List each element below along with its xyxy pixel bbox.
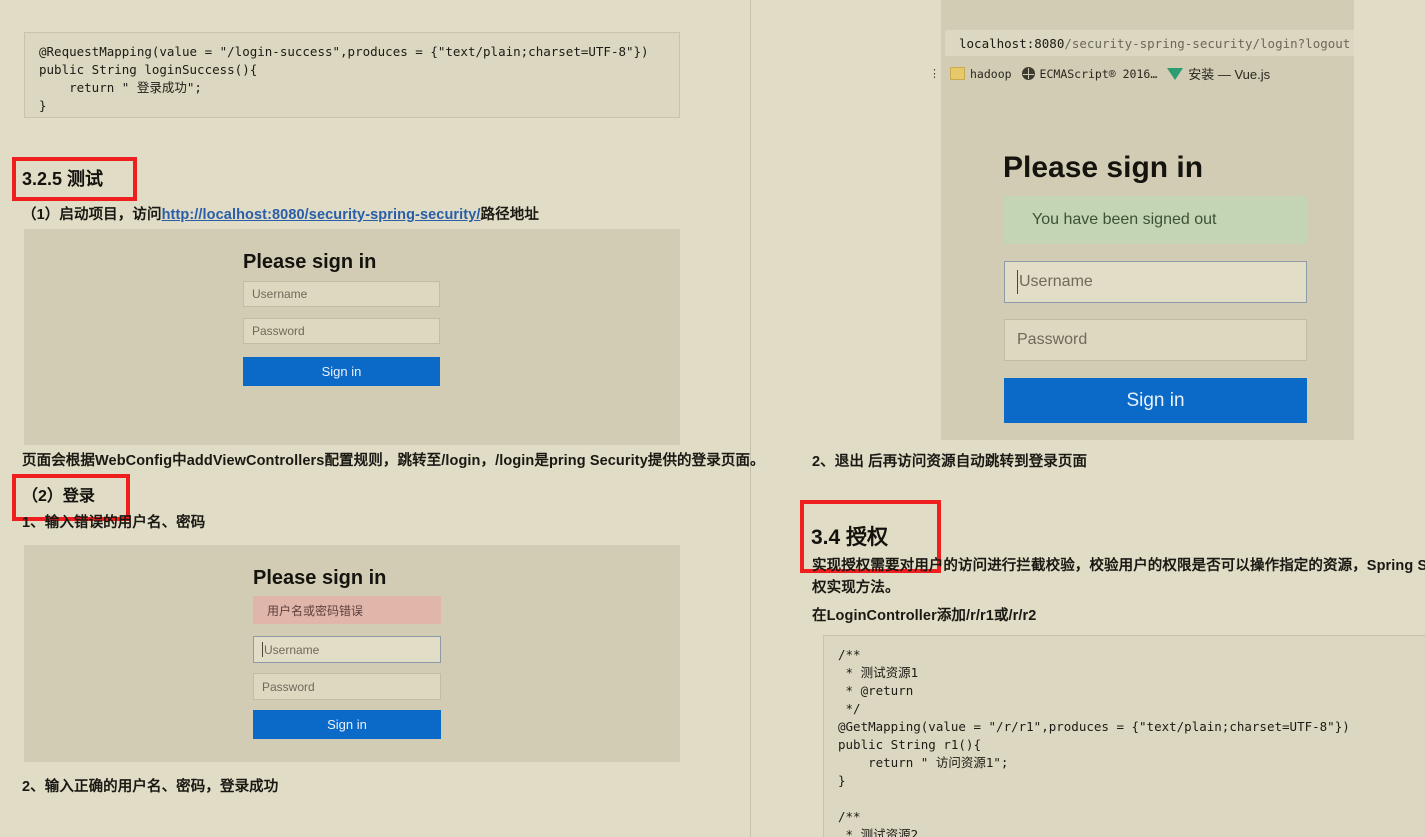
url-path: /security-spring-security/login?logout [1064, 35, 1351, 51]
code-block-login-success: @RequestMapping(value = "/login-success"… [24, 32, 680, 118]
step-1-prefix: （1）启动项目，访问 [22, 207, 162, 223]
bookmark-vuejs[interactable]: 安装 — Vue.js [1167, 64, 1270, 83]
screenshot-login-signedout: localhost:8080/security-spring-security/… [929, 0, 1354, 440]
paragraph-authorization-line-2: 权实现方法。 [812, 580, 900, 596]
bullet-correct-credentials: 2、输入正确的用户名、密码，登录成功 [22, 779, 279, 795]
column-divider [750, 0, 751, 837]
signin-title: Please sign in [253, 567, 387, 589]
username-input[interactable]: Username [1004, 261, 1307, 303]
bookmark-label: hadoop [970, 66, 1012, 81]
username-input[interactable]: Username [243, 281, 440, 307]
success-alert: You have been signed out [1004, 196, 1307, 244]
screenshot-login-plain: Please sign in Username Password Sign in [24, 229, 680, 445]
password-input[interactable]: Password [253, 673, 441, 700]
bookmark-overflow-icon[interactable]: ⋮ [929, 67, 940, 80]
step-1-line: （1）启动项目，访问http://localhost:8080/security… [22, 204, 539, 226]
paragraph-webconfig: 页面会根据WebConfig中addViewControllers配置规则，跳转… [22, 453, 765, 469]
code-block-resources: /** * 测试资源1 * @return */ @GetMapping(val… [823, 635, 1425, 837]
heading-2-login: （2）登录 [22, 488, 95, 505]
vue-icon [1167, 67, 1184, 80]
browser-url-bar[interactable]: localhost:8080/security-spring-security/… [945, 30, 1354, 56]
screenshot-login-error: Please sign in 用户名或密码错误 Username Passwor… [24, 545, 680, 762]
paragraph-authorization-line-1: 实现授权需要对用户的访问进行拦截校验，校验用户的权限是否可以操作指定的资源，Sp… [812, 558, 1425, 574]
signin-title: Please sign in [1003, 151, 1204, 184]
bookmark-hadoop[interactable]: hadoop [950, 67, 1012, 81]
username-placeholder: Username [1019, 273, 1093, 290]
username-input[interactable]: Username [253, 636, 441, 663]
step-1-link[interactable]: http://localhost:8080/security-spring-se… [162, 207, 481, 223]
url-host: localhost:8080 [959, 35, 1065, 51]
signin-title: Please sign in [243, 251, 377, 273]
bookmark-ecmascript[interactable]: ECMAScript® 2016… [1021, 66, 1158, 81]
paragraph-logincontroller: 在LoginController添加/r/r1或/r/r2 [812, 608, 1037, 624]
heading-3-2-5: 3.2.5 测试 [22, 169, 104, 189]
password-input[interactable]: Password [243, 318, 440, 344]
username-placeholder: Username [264, 642, 320, 657]
step-1-suffix: 路径地址 [480, 207, 539, 223]
error-alert: 用户名或密码错误 [253, 596, 441, 624]
signin-button[interactable]: Sign in [243, 357, 440, 386]
heading-3-4: 3.4 授权 [811, 526, 889, 549]
globe-icon [1021, 67, 1035, 80]
signin-button[interactable]: Sign in [253, 710, 441, 739]
bullet-logout: 2、退出 后再访问资源自动跳转到登录页面 [812, 454, 1088, 470]
bookmarks-bar: ⋮ hadoop ECMAScript® 2016… 安装 — Vue.js [929, 64, 1270, 83]
folder-icon [950, 67, 965, 80]
text-caret [1017, 269, 1018, 295]
bookmark-label: 安装 — Vue.js [1188, 67, 1271, 82]
text-caret [262, 641, 263, 658]
password-input[interactable]: Password [1004, 319, 1307, 361]
document-page: @RequestMapping(value = "/login-success"… [0, 0, 1425, 837]
bullet-wrong-credentials: 1、输入错误的用户名、密码 [22, 515, 206, 531]
bookmark-label: ECMAScript® 2016… [1039, 66, 1158, 81]
signin-button[interactable]: Sign in [1004, 378, 1307, 423]
